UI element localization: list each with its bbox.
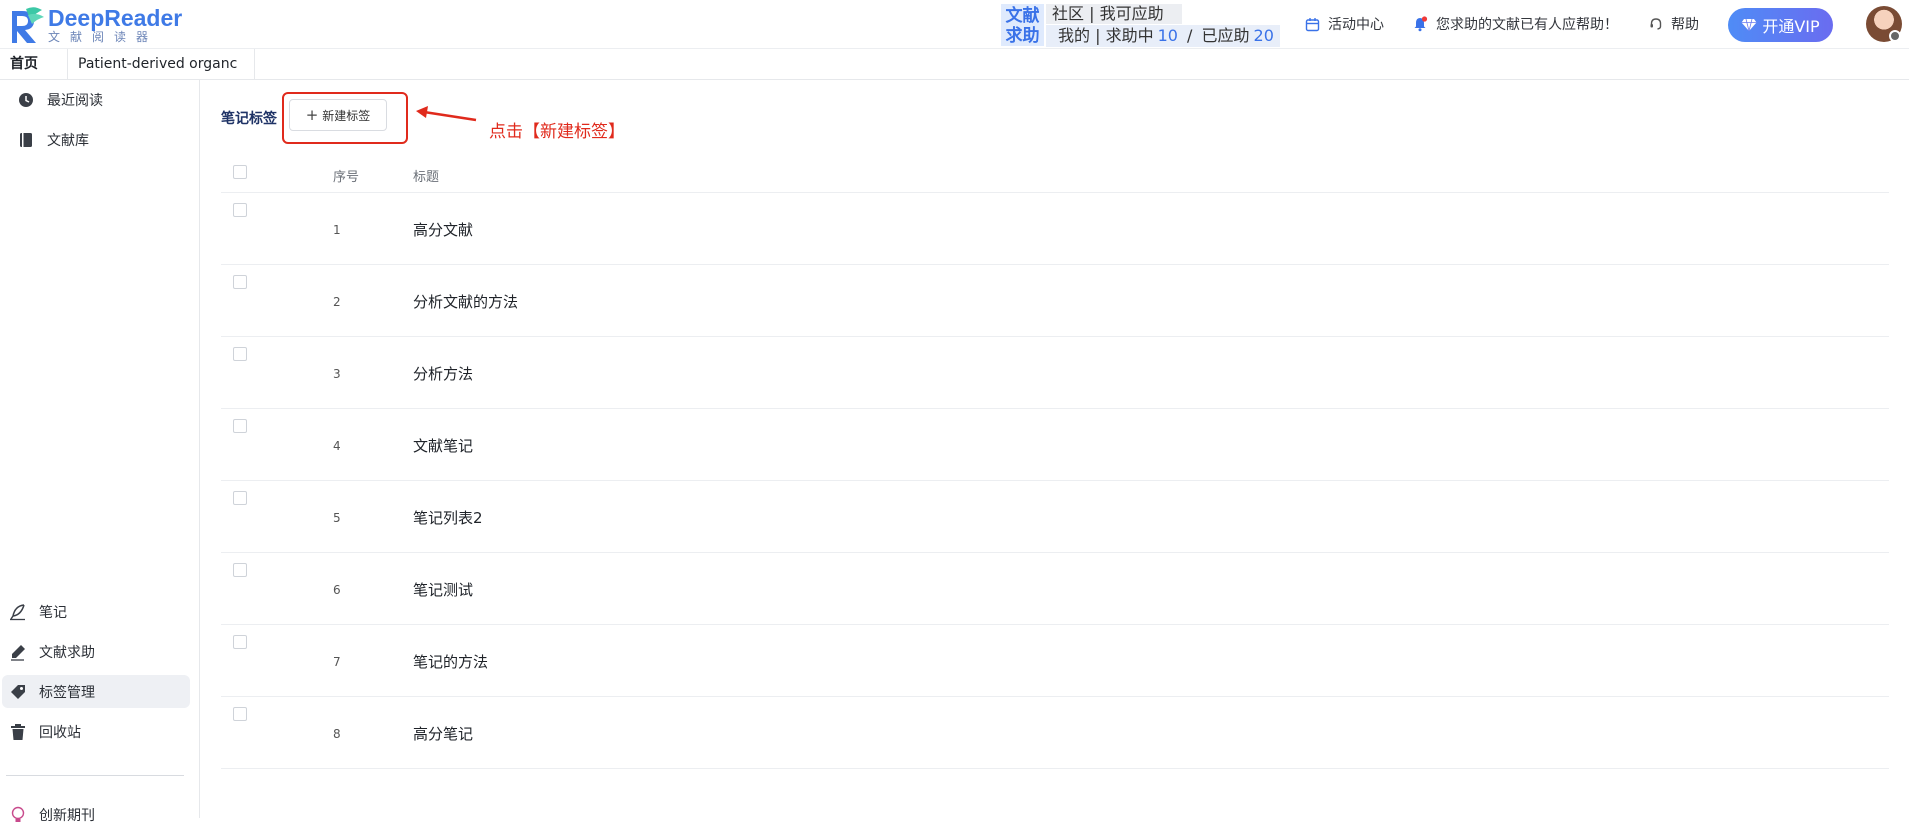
sidebar-item-tag-management[interactable]: 标签管理 xyxy=(2,675,190,708)
activity-center-link[interactable]: 活动中心 xyxy=(1305,14,1384,34)
row-title[interactable]: 笔记列表2 xyxy=(413,507,483,528)
help-link[interactable]: 帮助 xyxy=(1649,14,1699,34)
sidebar-item-literature-help[interactable]: 文献求助 xyxy=(8,635,196,668)
sidebar-item-recent[interactable]: 最近阅读 xyxy=(16,83,204,116)
sidebar-item-label: 笔记 xyxy=(39,604,67,621)
notification-link[interactable]: 您求助的文献已有人应帮助！ xyxy=(1412,14,1618,34)
pen-icon xyxy=(8,642,28,662)
row-checkbox[interactable] xyxy=(233,707,247,721)
top-header: DeepReader 文献阅读器 文献 求助 社区 | 我可应助5 我的 | 求… xyxy=(0,0,1909,49)
bulb-icon xyxy=(8,805,28,825)
avatar-dropdown-icon[interactable] xyxy=(1889,30,1901,42)
table-row[interactable]: 1 高分文献 xyxy=(221,193,1889,265)
column-header-index: 序号 xyxy=(333,170,360,185)
sidebar-item-label: 最近阅读 xyxy=(47,92,103,109)
sidebar: 最近阅读 文献库 笔记 文献求助 标签管理 回收站 创新期刊 xyxy=(0,80,200,824)
section-title: 笔记标签 xyxy=(221,111,277,127)
trash-icon xyxy=(8,722,28,742)
tag-management-panel: 笔记标签 + 新建标签 点击【新建标签】 序号 标题 1 高分文献 2 分析文献… xyxy=(201,80,1909,818)
helped-count: 20 xyxy=(1253,26,1274,45)
sidebar-item-label: 文献库 xyxy=(47,132,89,149)
row-checkbox[interactable] xyxy=(233,563,247,577)
open-vip-button[interactable]: 开通VIP xyxy=(1728,8,1833,42)
helped-label: 已应助 xyxy=(1201,26,1250,45)
row-index: 7 xyxy=(333,655,341,669)
my-help-line[interactable]: 我的 | 求助中 10 / 已应助 20 xyxy=(1046,25,1280,47)
help-tag-line2: 求助 xyxy=(1005,26,1040,46)
book-icon xyxy=(16,130,36,150)
row-index: 5 xyxy=(333,511,341,525)
bell-icon xyxy=(1414,16,1428,32)
row-title[interactable]: 分析方法 xyxy=(413,363,473,384)
sidebar-item-label: 文献求助 xyxy=(39,644,95,661)
row-checkbox[interactable] xyxy=(233,275,247,289)
table-row[interactable]: 2 分析文献的方法 xyxy=(221,265,1889,337)
sidebar-item-label: 回收站 xyxy=(39,724,81,741)
tab-document[interactable]: Patient-derived organc xyxy=(68,49,254,80)
table-row[interactable]: 5 笔记列表2 xyxy=(221,481,1889,553)
row-index: 8 xyxy=(333,727,341,741)
headset-icon xyxy=(1650,18,1662,30)
tag-icon xyxy=(8,682,28,702)
logo-subtitle: 文献阅读器 xyxy=(48,30,159,44)
sidebar-item-notes[interactable]: 笔记 xyxy=(8,595,196,628)
annotation-text: 点击【新建标签】 xyxy=(489,122,625,142)
helping-count: 10 xyxy=(1157,26,1178,45)
row-checkbox[interactable] xyxy=(233,635,247,649)
row-checkbox[interactable] xyxy=(233,347,247,361)
row-title[interactable]: 笔记的方法 xyxy=(413,651,488,672)
deepreader-logo-icon xyxy=(12,7,44,43)
sidebar-item-label: 标签管理 xyxy=(39,684,95,701)
vip-label: 开通VIP xyxy=(1762,17,1820,36)
sidebar-divider xyxy=(6,775,184,776)
row-title[interactable]: 文献笔记 xyxy=(413,435,473,456)
table-header: 序号 标题 xyxy=(221,155,1889,193)
community-help-line[interactable]: 社区 | 我可应助5 xyxy=(1046,4,1182,43)
sidebar-item-trash[interactable]: 回收站 xyxy=(8,715,196,748)
sidebar-item-library[interactable]: 文献库 xyxy=(16,123,204,156)
calendar-gift-icon xyxy=(1305,17,1320,31)
help-panel-tag: 文献 求助 xyxy=(1001,4,1044,46)
column-header-title: 标题 xyxy=(413,170,440,185)
table-row[interactable]: 3 分析方法 xyxy=(221,337,1889,409)
row-index: 4 xyxy=(333,439,341,453)
row-index: 3 xyxy=(333,367,341,381)
row-title[interactable]: 笔记测试 xyxy=(413,579,473,600)
row-index: 1 xyxy=(333,223,341,237)
row-checkbox[interactable] xyxy=(233,203,247,217)
row-title[interactable]: 分析文献的方法 xyxy=(413,291,518,312)
table-row[interactable]: 8 高分笔记 xyxy=(221,697,1889,769)
feather-icon xyxy=(8,602,28,622)
notice-label: 您求助的文献已有人应帮助！ xyxy=(1436,17,1618,33)
table-row[interactable]: 4 文献笔记 xyxy=(221,409,1889,481)
help-label: 帮助 xyxy=(1671,17,1699,33)
row-checkbox[interactable] xyxy=(233,491,247,505)
select-all-checkbox[interactable] xyxy=(233,165,247,179)
sidebar-item-innovative-journals[interactable]: 创新期刊 xyxy=(8,798,196,831)
document-tab-bar: 首页 Patient-derived organc xyxy=(0,49,1909,80)
diamond-icon xyxy=(1741,18,1757,32)
activity-label: 活动中心 xyxy=(1328,17,1384,33)
table-row[interactable]: 7 笔记的方法 xyxy=(221,625,1889,697)
clock-icon xyxy=(16,90,36,110)
sidebar-item-label: 创新期刊 xyxy=(39,807,95,824)
help-tag-line1: 文献 xyxy=(1005,6,1040,26)
tag-table: 序号 标题 1 高分文献 2 分析文献的方法 3 分析方法 4 文献笔记 5 笔… xyxy=(221,155,1889,769)
tab-divider xyxy=(254,49,255,80)
row-checkbox[interactable] xyxy=(233,419,247,433)
row-index: 2 xyxy=(333,295,341,309)
mine-label: 我的 | 求助中 xyxy=(1058,26,1154,45)
literature-help-panel[interactable]: 文献 求助 社区 | 我可应助5 我的 | 求助中10 / 已应助20 xyxy=(1001,4,1280,47)
community-label: 社区 | 我可应助 xyxy=(1052,4,1164,23)
annotation-highlight-box xyxy=(282,92,408,144)
row-title[interactable]: 高分文献 xyxy=(413,219,473,240)
tab-home[interactable]: 首页 xyxy=(0,49,67,80)
logo[interactable]: DeepReader 文献阅读器 xyxy=(8,4,182,46)
separator: / xyxy=(1187,26,1193,45)
logo-name: DeepReader xyxy=(48,5,183,31)
annotation-arrow-icon xyxy=(416,106,477,122)
row-index: 6 xyxy=(333,583,341,597)
table-row[interactable]: 6 笔记测试 xyxy=(221,553,1889,625)
row-title[interactable]: 高分笔记 xyxy=(413,723,473,744)
